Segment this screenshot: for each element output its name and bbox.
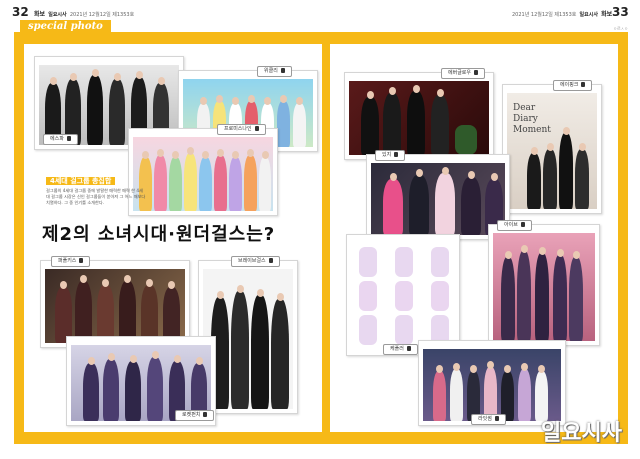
left-issue: 2021년 12월12일 제1353호 [69, 12, 135, 18]
hand-pointer-icon [79, 258, 84, 263]
photo-card-purplekiss[interactable]: 퍼플키스 [40, 256, 190, 348]
right-page-number: 33 [612, 5, 629, 19]
group-photo-bravegirls [203, 269, 293, 409]
group-photo-lightsum [423, 349, 561, 421]
hand-pointer-icon [254, 126, 259, 131]
hand-pointer-icon [203, 412, 208, 417]
spread-title: special photo [20, 20, 111, 33]
photo-card-rocketpunch[interactable]: 로켓펀치 [66, 336, 216, 426]
right-issue: 2021년 12월12일 제1353호 [512, 12, 577, 18]
photo-tag-itzy: 있지 [375, 150, 406, 161]
article-body: 걸그룹의 4세대 걸그룹 중에 발랄한 매력한 매력 한 4세대 걸그룹 시장은… [46, 188, 146, 205]
photo-card-ive[interactable]: 아이브 [488, 220, 600, 346]
photo-card-apink[interactable]: Dear Diary Moment 에이핑크 [502, 80, 602, 214]
hand-pointer-icon [280, 68, 285, 73]
hand-pointer-icon [520, 222, 525, 227]
hand-pointer-icon [394, 152, 399, 157]
center-spine [322, 44, 330, 432]
group-photo-kep1er [351, 243, 455, 351]
photo-tag-fromis9: 프로미스나인 [217, 124, 266, 135]
left-page-number: 32 [12, 5, 29, 19]
hand-pointer-icon [66, 136, 71, 141]
photo-tag-everglow: 에버글로우 [441, 68, 486, 79]
group-photo-ive [493, 233, 595, 341]
left-section: 화보 [34, 11, 46, 18]
group-photo-purplekiss [45, 269, 185, 343]
publication-watermark: 일요시사 [541, 421, 622, 446]
photo-card-kep1er[interactable]: 케플러 [346, 234, 460, 356]
hand-pointer-icon [406, 346, 411, 351]
photo-tag-weeekly: 위클리 [257, 66, 292, 77]
photo-card-lightsum[interactable]: 라잇썸 [418, 340, 566, 426]
group-photo-fromis9 [133, 137, 273, 211]
right-publication: 일요시사 [579, 12, 598, 18]
photo-tag-ive: 아이브 [497, 220, 532, 231]
left-header-info: 화보 일요시사 2021년 12월12일 제1353호 [34, 9, 134, 18]
photo-tag-purplekiss: 퍼플키스 [51, 256, 91, 267]
photo-tag-rocketpunch: 로켓펀치 [175, 410, 215, 421]
spread-headline: 제2의 소녀시대·원더걸스는? [42, 224, 276, 245]
photo-card-everglow[interactable]: 에버글로우 [344, 68, 494, 160]
right-header-info: 2021년 12월12일 제1353호 일요시사 화보 [512, 9, 612, 18]
group-photo-everglow [349, 81, 489, 155]
group-photo-itzy [371, 163, 505, 235]
hand-pointer-icon [268, 258, 273, 263]
group-photo-apink: Dear Diary Moment [507, 93, 597, 209]
photo-tag-apink: 에이핑크 [553, 80, 593, 91]
hand-pointer-icon [474, 70, 479, 75]
photo-tag-lightsum: 라잇썸 [471, 414, 506, 425]
photo-tag-bravegirls: 브레이브걸스 [231, 256, 280, 267]
album-title-text: Dear Diary Moment [513, 103, 551, 135]
photo-tag-kep1er: 케플러 [383, 344, 418, 355]
article-subhead: 4세대 걸그룹 총집합 [46, 176, 116, 186]
left-publication: 일요시사 [48, 12, 67, 18]
photo-card-fromis9[interactable]: 프로미스나인 [128, 124, 278, 216]
photo-tag-aespa: 에스파 [43, 134, 78, 145]
right-section: 화보 [601, 11, 613, 18]
hand-pointer-icon [581, 82, 586, 87]
hand-pointer-icon [494, 416, 499, 421]
